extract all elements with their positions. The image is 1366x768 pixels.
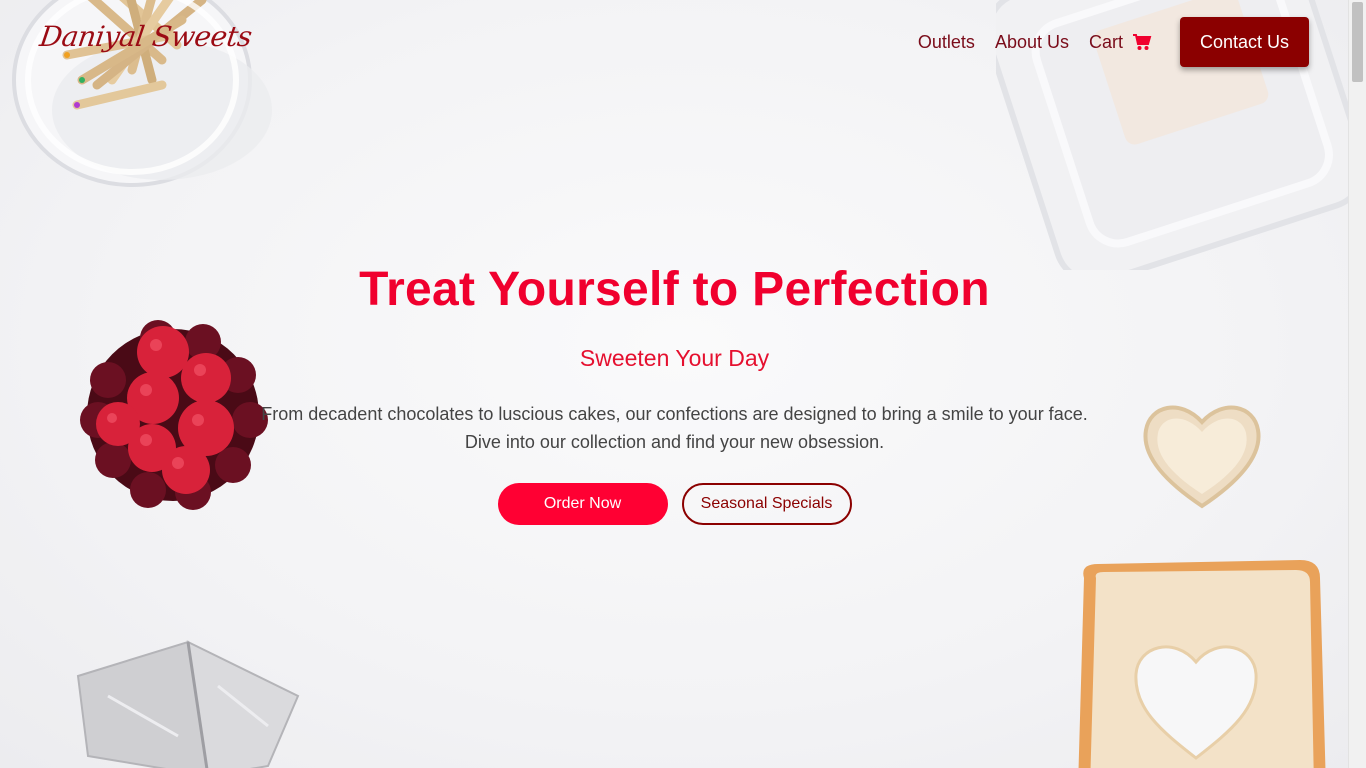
brand-logo[interactable]: Daniyal Sweets [38, 20, 254, 53]
hero-description-line-1: From decadent chocolates to luscious cak… [261, 404, 1088, 424]
hero-cta-group: Order Now Seasonal Specials [0, 483, 1349, 525]
seasonal-specials-button[interactable]: Seasonal Specials [681, 483, 852, 525]
hero-description-line-2: Dive into our collection and find your n… [464, 432, 885, 452]
nav-item-cart-label: Cart [1088, 31, 1123, 52]
contact-us-button[interactable]: Contact Us [1180, 17, 1309, 67]
hero-subtitle: Sweeten Your Day [579, 345, 770, 371]
cart-icon [1133, 34, 1152, 50]
hero-title: Treat Yourself to Perfection [359, 263, 990, 316]
foil-cheese-image [76, 640, 300, 768]
page-scrollbar[interactable] [1348, 0, 1366, 768]
toast-heart-cutout-image [1078, 560, 1326, 768]
nav-item-about-us[interactable]: About Us [995, 32, 1069, 53]
hero-description: From decadent chocolates to luscious cak… [245, 400, 1105, 456]
landing-page: Daniyal Sweets Outlets About Us Cart Con… [0, 0, 1366, 768]
scrollbar-thumb[interactable] [1352, 2, 1363, 82]
nav-item-outlets[interactable]: Outlets [918, 32, 975, 53]
nav-item-cart[interactable]: Cart [1089, 32, 1152, 53]
order-now-button[interactable]: Order Now [497, 483, 668, 525]
main-nav: Outlets About Us Cart Contact Us [898, 17, 1309, 67]
hero-section: Treat Yourself to Perfection Sweeten You… [0, 262, 1349, 525]
